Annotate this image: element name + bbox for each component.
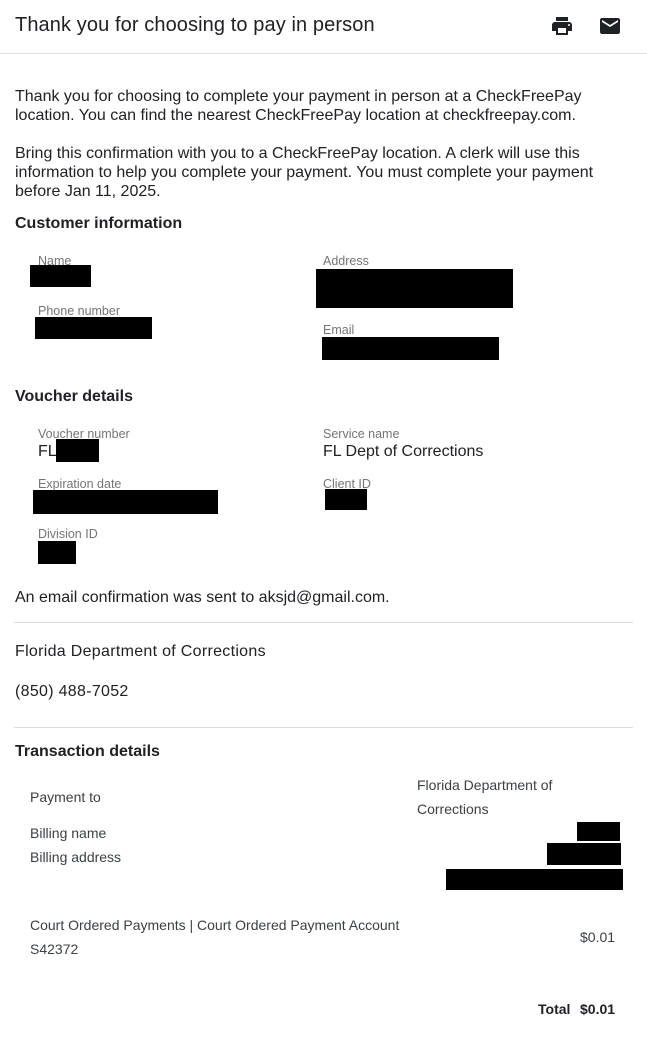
division-id-label: Division ID (38, 527, 98, 541)
line-item-amount: $0.01 (580, 929, 616, 945)
print-icon[interactable] (550, 14, 574, 38)
total-label: Total (538, 1001, 571, 1017)
voucher-number-value: FL (38, 443, 57, 460)
agency-name: Florida Department of Corrections (15, 643, 266, 660)
expiration-date-label: Expiration date (38, 477, 122, 491)
intro-paragraph: Thank you for choosing to complete your … (15, 88, 582, 124)
phone-label: Phone number (38, 304, 121, 318)
name-redaction (30, 265, 91, 287)
voucher-details-heading: Voucher details (15, 388, 133, 405)
address-redaction (316, 269, 513, 308)
email-icon[interactable] (598, 14, 622, 38)
billing-address-redaction-line2 (446, 869, 623, 890)
agency-phone: (850) 488-7052 (15, 683, 129, 700)
email-label: Email (323, 323, 355, 337)
header-divider (0, 53, 647, 54)
service-name-label: Service name (323, 427, 400, 441)
payment-to-value-line1: Florida Department of (417, 777, 553, 793)
instructions-paragraph: Bring this confirmation with you to a Ch… (15, 145, 594, 200)
billing-address-redaction-line1 (547, 843, 621, 865)
expiration-date-redaction (33, 490, 218, 514)
client-id-redaction (325, 489, 367, 510)
page-title: Thank you for choosing to pay in person (15, 14, 375, 36)
divider (14, 622, 633, 623)
email-redaction (322, 337, 499, 360)
billing-name-label: Billing name (30, 825, 107, 841)
billing-address-label: Billing address (30, 849, 122, 865)
email-confirmation-text: An email confirmation was sent to aksjd@… (15, 589, 390, 606)
service-name-value: FL Dept of Corrections (323, 443, 484, 460)
customer-info-heading: Customer information (15, 215, 183, 232)
phone-redaction (35, 317, 152, 339)
total-value: $0.01 (580, 1001, 616, 1017)
line-item-account: S42372 (30, 941, 79, 957)
divider (14, 727, 633, 728)
voucher-number-redaction (56, 439, 99, 462)
payment-to-value-line2: Corrections (417, 801, 489, 817)
transaction-details-heading: Transaction details (15, 743, 160, 760)
line-item-description: Court Ordered Payments | Court Ordered P… (30, 917, 400, 933)
division-id-redaction (38, 541, 76, 564)
address-label: Address (323, 254, 369, 268)
billing-name-redaction (577, 822, 620, 841)
payment-to-label: Payment to (30, 789, 101, 805)
